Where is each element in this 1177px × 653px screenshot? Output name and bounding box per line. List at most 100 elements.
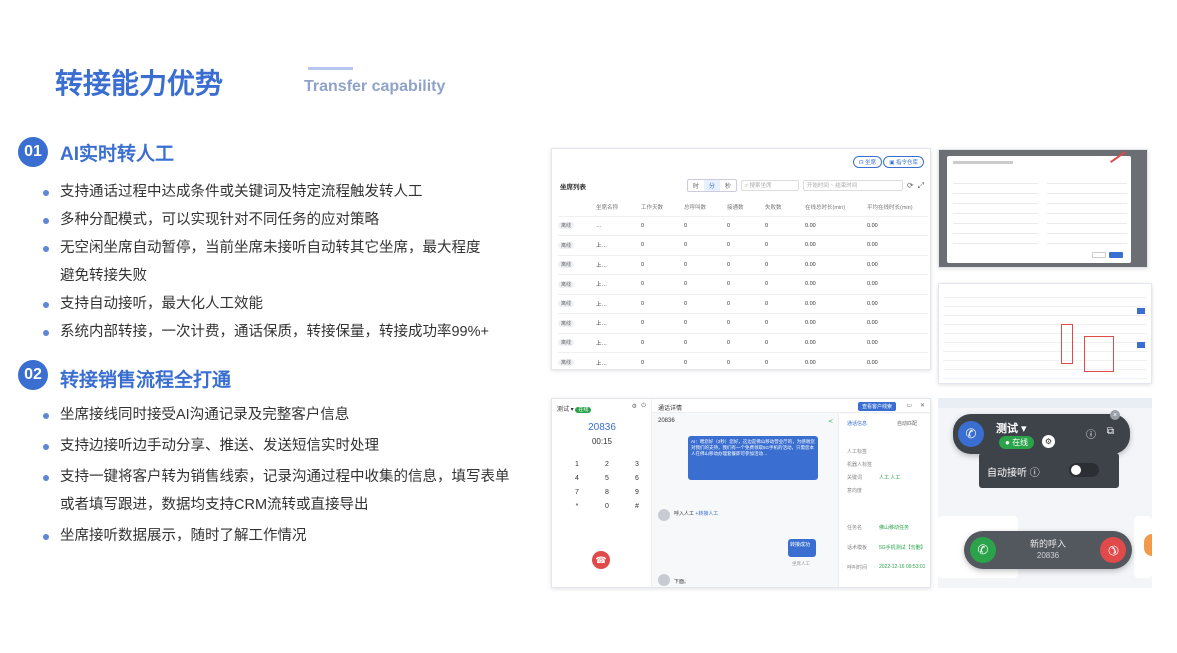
table-cell: 0.00 (805, 215, 867, 236)
keypad-key[interactable]: 2 (592, 461, 622, 468)
date-range-input[interactable]: 开始时间 ~ 结束时间 (802, 180, 903, 191)
bullet-item: 坐席接听数据展示，随时了解工作情况 (43, 522, 538, 550)
keypad-key[interactable]: 6 (622, 475, 652, 482)
info-field: 关键词 人工 人工 (847, 474, 926, 487)
table-row[interactable]: 离线 上… 0 0 0 0 0.00 0.00 (558, 274, 928, 294)
keypad-key[interactable]: 5 (592, 475, 622, 482)
record-list-screenshot (938, 283, 1152, 384)
table-row[interactable]: 离线 上… 0 0 0 0 0.00 0.00 (558, 352, 928, 369)
table-cell: 0 (765, 293, 805, 314)
caller-number: 20836 (658, 418, 675, 424)
unit-hour[interactable]: 时 (688, 180, 704, 191)
expand-icon[interactable]: ⧉ (1107, 426, 1114, 437)
table-cell: 0 (765, 254, 805, 275)
chat-panel: 20836 ≺ AI：喂您好（2秒）您好，这边是佛山移动营业厅的，为感谢您对我们… (652, 414, 837, 587)
seat-button[interactable]: ☊ 坐席 (852, 156, 882, 168)
dialog-title (953, 161, 1013, 164)
info-icon[interactable]: ⓘ (1086, 426, 1096, 441)
table-row[interactable]: 离线… 0 0 0 0 0.00 0.00 (558, 215, 928, 236)
section-title-1: AI实时转人工 (60, 144, 175, 165)
table-row[interactable]: 离线 上… 0 0 0 0 0.00 0.00 (558, 293, 928, 314)
share-icon[interactable]: ≺ (828, 418, 833, 425)
bullet-item: 支持边接听边手动分享、推送、发送短信实时处理 (43, 432, 538, 460)
confirm-button[interactable] (1109, 252, 1123, 258)
table-cell: 0.00 (805, 332, 867, 353)
keypad-key[interactable]: * (562, 503, 592, 510)
field-value: 佛山移动任务 (879, 525, 910, 531)
agent-name[interactable]: 测试 ▾ (996, 420, 1027, 436)
form-fields-right (1047, 174, 1127, 244)
seat-search-input[interactable]: ⌕ 搜索坐席 (740, 180, 799, 191)
keypad-key[interactable]: 9 (622, 489, 652, 496)
table-cell: 0 (641, 235, 684, 255)
field-label: 人工标签 (847, 449, 868, 455)
refresh-icon[interactable]: ⟳ (907, 181, 914, 190)
phone-icon[interactable]: ✆ (958, 421, 984, 447)
bullet-item: 坐席接线同时接受AI沟通记录及完整客户信息 (43, 401, 538, 429)
answer-button[interactable]: ✆ (970, 537, 996, 563)
seat-name: 上… (596, 293, 641, 314)
power-icon[interactable]: ⏻ (641, 403, 646, 410)
table-row[interactable]: 离线 上… 0 0 0 0 0.00 0.00 (558, 313, 928, 333)
field-value: 人工 人工 (879, 475, 901, 481)
keypad-key[interactable]: 7 (562, 489, 592, 496)
keypad-key[interactable]: 4 (562, 475, 592, 482)
side-tab (1144, 534, 1152, 556)
tab-call-info[interactable]: 通话信息 (847, 420, 867, 427)
field-label: 任务名 (847, 525, 863, 531)
keypad-key[interactable]: 8 (592, 489, 622, 496)
toggle-indicator (1137, 308, 1145, 314)
close-icon[interactable]: × (1110, 410, 1120, 420)
auto-answer-toggle[interactable] (1069, 463, 1099, 477)
table-cell: 0 (765, 274, 805, 294)
close-icon[interactable]: ✕ (920, 402, 925, 409)
online-badge: 在线 (575, 407, 592, 413)
tab-auto-match[interactable]: 自动匹配 (897, 420, 917, 427)
table-row[interactable]: 离线 上… 0 0 0 0 0.00 0.00 (558, 235, 928, 255)
agent-label: 坐席人工 (792, 561, 810, 566)
table-cell: 0 (684, 254, 727, 275)
table-row[interactable]: 离线 上… 0 0 0 0 0.00 0.00 (558, 332, 928, 353)
table-cell: 0.00 (867, 352, 928, 369)
seat-name: 上… (596, 313, 641, 333)
dialed-number: 20836 (588, 422, 616, 433)
keypad-key[interactable]: 1 (562, 461, 592, 468)
record-rows (943, 289, 1147, 379)
table-row[interactable]: 离线 上… 0 0 0 0 0.00 0.00 (558, 254, 928, 275)
field-value: 2022-12-16 09:53:01 (879, 564, 926, 570)
cancel-button[interactable] (1092, 252, 1106, 258)
table-cell: 0 (727, 235, 765, 255)
time-unit-toggle[interactable]: 时 分 秒 (686, 179, 737, 192)
fullscreen-icon[interactable]: ⤢ (918, 181, 924, 191)
dialer-panel: 测试 ▾ 在线 ⚙ ⏻ 20836 00:15 1 2 3 4 5 6 7 8 9 * 0 # ☎ (552, 399, 652, 587)
table-cell: 0.00 (867, 235, 928, 255)
info-field: 话术模板 5G手机测试【勿删】 (847, 544, 926, 564)
keypad-key[interactable]: 3 (622, 461, 652, 468)
view-lead-button[interactable]: 查看客户线索 (857, 402, 896, 411)
status-badge: 离线 (558, 222, 575, 230)
settings-icon[interactable]: ⚙ (1042, 435, 1055, 448)
table-cell: 0.00 (805, 352, 867, 369)
ai-message-bubble: AI：喂您好（2秒）您好，这边是佛山移动营业厅的，为感谢您对我们的支持，我们有一… (688, 436, 818, 480)
hangup-button[interactable]: ☎ (592, 551, 610, 569)
table-cell: 0 (765, 215, 805, 236)
guide-button[interactable]: ▣ 指令仓库 (883, 156, 924, 168)
seat-name: 上… (596, 332, 641, 353)
form-fields-left (953, 174, 1038, 244)
seat-name: … (596, 215, 641, 236)
dialer-status[interactable]: 测试 ▾ 在线 (557, 404, 592, 413)
keypad-key[interactable]: # (622, 503, 652, 510)
phone-hangup-icon: ✆ (1104, 541, 1123, 560)
field-label: 话术模板 (847, 545, 868, 551)
new-call-label: 新的呼入 (1029, 539, 1066, 549)
detail-title: 通话详情 (658, 406, 683, 412)
unit-second[interactable]: 秒 (720, 180, 736, 191)
reject-button[interactable]: ✆ (1094, 531, 1132, 569)
settings-icon[interactable]: ⚙ (632, 403, 637, 410)
unit-minute[interactable]: 分 (703, 180, 720, 191)
seat-list-title: 坐席列表 (560, 184, 586, 191)
minimize-icon[interactable]: ▭ (906, 402, 912, 409)
section-number-2: 02 (18, 360, 48, 390)
bullet-item: 无空闲坐席自动暂停，当前坐席未接听自动转其它坐席，最大程度 避免转接失败 (43, 234, 533, 290)
keypad-key[interactable]: 0 (592, 503, 622, 510)
